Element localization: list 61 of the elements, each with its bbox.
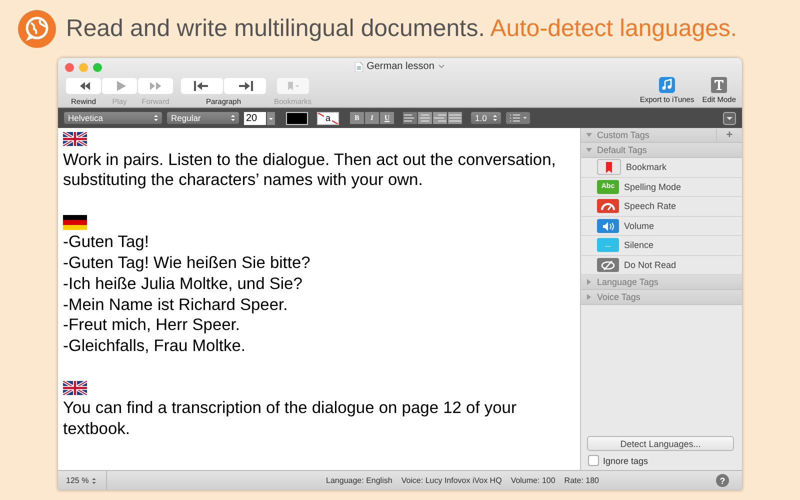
font-select[interactable]: Helvetica [64,112,162,124]
letter-t-icon [711,77,728,93]
window-title: German lesson [366,61,434,72]
document-paragraph: Work in pairs. Listen to the dialogue. Then act out the conversation, substituting the characters’ names with your own. [63,150,557,192]
document-icon [354,62,363,72]
background-color-swatch[interactable]: a [317,112,339,124]
font-size-field[interactable]: 20 [244,112,266,124]
text-color-swatch[interactable] [286,112,308,124]
tag-item[interactable]: Bookmark [581,158,742,178]
headline: Read and write multilingual documents. Auto-detect languages. [66,15,738,43]
uk-flag-icon [63,380,87,395]
previous-paragraph-button[interactable] [181,78,223,94]
collapse-panel-icon[interactable] [723,112,736,124]
tag-item[interactable]: Volume [581,216,742,236]
music-note-icon [659,77,676,93]
document-paragraph: -Mein Name ist Richard Speer. [63,294,289,316]
next-paragraph-button[interactable] [224,78,266,94]
disclosure-triangle-icon[interactable] [586,132,592,138]
next-paragraph-icon [236,80,254,92]
headline-accent: Auto-detect languages. [490,15,738,42]
document-paragraph: -Guten Tag! Wie heißen Sie bitte? [63,253,312,274]
stepper-icon[interactable] [92,476,96,484]
document-paragraph: -Ich heiße Julia Moltke, und Sie? [63,274,304,295]
bookmark-icon [286,80,300,92]
align-left-icon[interactable] [403,112,417,124]
globe-chat-icon [18,10,56,48]
style-select[interactable]: Regular [167,112,239,124]
voice-status: Voice: Lucy Infovox iVox HQ [401,476,502,485]
align-center-icon[interactable] [418,112,432,124]
rate-status: Rate: 180 [564,476,599,485]
stepper-icon [493,114,497,122]
chevron-down-icon [438,64,446,69]
help-button[interactable]: ? [716,474,729,487]
document-paragraph: -Gleichfalls, Frau Moltke. [63,336,246,357]
document-paragraph: You can find a transcription of the dialogue on page 12 of your textbook. [63,398,518,440]
document-paragraph: -Guten Tag! [63,232,150,254]
align-right-icon[interactable] [433,112,447,124]
disclosure-triangle-icon[interactable] [586,279,592,285]
document-paragraph: -Freut mich, Herr Speer. [63,315,241,336]
justify-icon[interactable] [448,112,462,124]
disclosure-triangle-icon[interactable] [586,294,592,300]
disclosure-triangle-icon[interactable] [586,147,592,153]
checkbox[interactable] [588,455,599,466]
close-button[interactable] [65,63,74,72]
checkbox-label: Ignore tags [603,456,648,466]
rewind-button[interactable] [66,78,101,94]
language-status: Language: English [326,476,392,485]
minimize-button[interactable] [79,63,88,72]
list-style-icon[interactable] [506,112,530,124]
detect-languages-button[interactable]: Detect Languages... [587,436,734,451]
tag-item[interactable]: Speech Rate [581,197,742,216]
previous-paragraph-icon [193,80,211,92]
stepper-icon [231,114,235,122]
forward-icon [148,80,164,92]
volume-status: Volume: 100 [510,476,556,485]
zoom-level[interactable]: 125 % [66,476,89,485]
german-flag-icon [63,214,87,230]
line-spacing-select[interactable]: 1.0 [471,112,501,124]
uk-flag-icon [63,132,87,146]
stepper-icon [154,114,158,122]
zoom-button[interactable] [93,63,102,72]
